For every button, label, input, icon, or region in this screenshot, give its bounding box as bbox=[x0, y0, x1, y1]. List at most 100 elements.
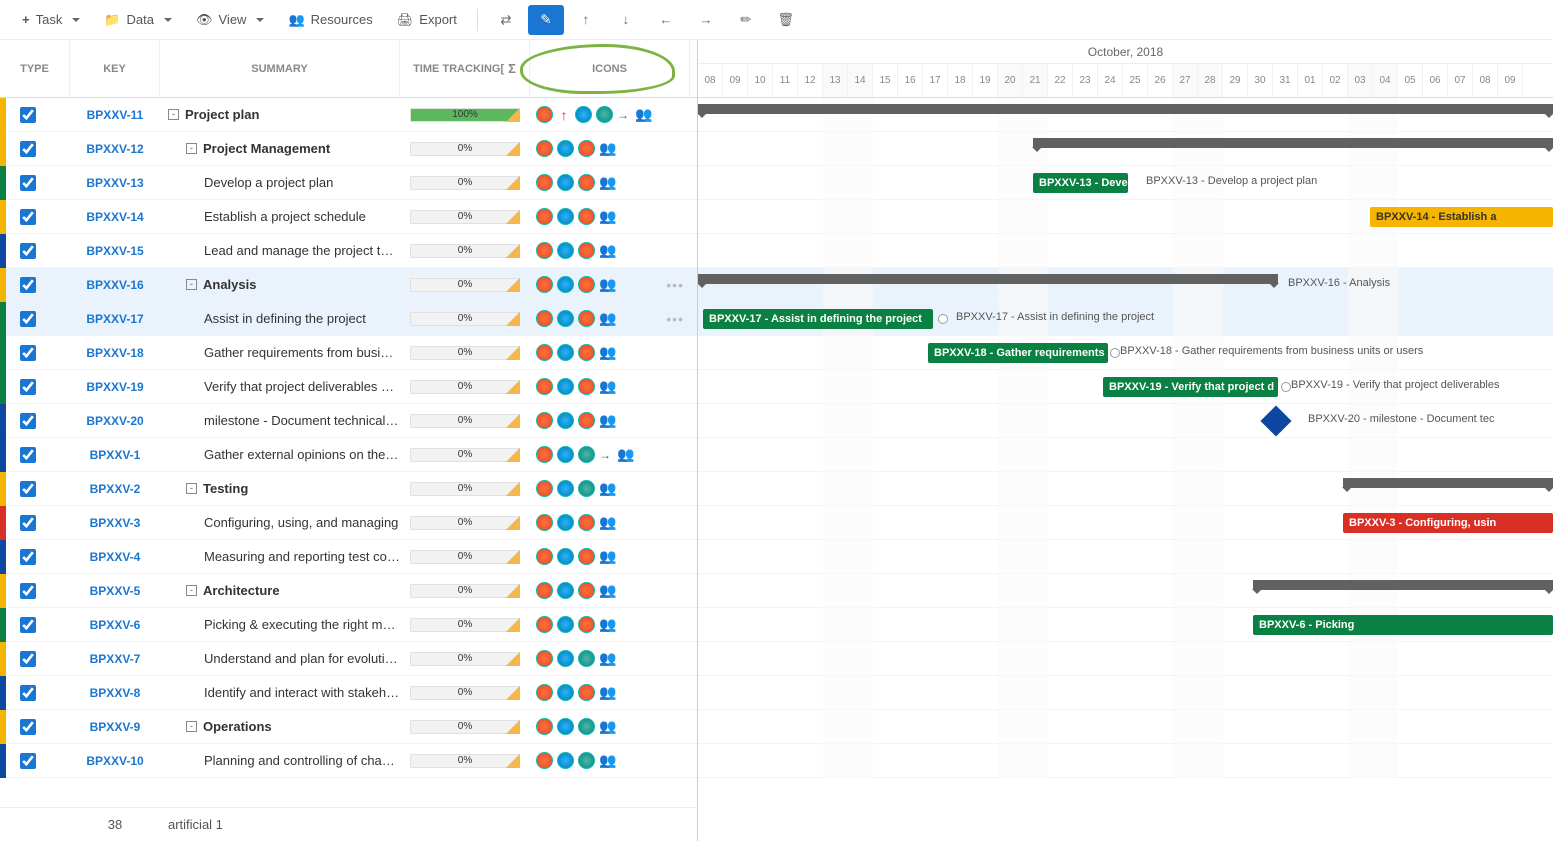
progress-bar[interactable]: 0% bbox=[410, 278, 520, 292]
link-handle[interactable] bbox=[1281, 382, 1291, 392]
cell-summary[interactable]: Verify that project deliverables meet bbox=[160, 379, 400, 394]
summary-bar[interactable] bbox=[698, 104, 1553, 114]
tree-toggle[interactable]: - bbox=[186, 585, 197, 596]
task-bar[interactable]: BPXXV-17 - Assist in defining the projec… bbox=[703, 309, 933, 329]
row-checkbox[interactable] bbox=[20, 515, 36, 531]
task-bar[interactable]: BPXXV-19 - Verify that project d bbox=[1103, 377, 1278, 397]
task-row[interactable]: BPXXV-3 Configuring, using, and managing… bbox=[0, 506, 697, 540]
data-menu[interactable]: 📁 Data bbox=[94, 6, 182, 34]
cell-summary[interactable]: Establish a project schedule bbox=[160, 209, 400, 224]
task-row[interactable]: BPXXV-6 Picking & executing the right mo… bbox=[0, 608, 697, 642]
move-down-icon[interactable]: ↓ bbox=[608, 5, 644, 35]
col-type[interactable]: TYPE bbox=[0, 40, 70, 97]
task-row[interactable]: BPXXV-19 Verify that project deliverable… bbox=[0, 370, 697, 404]
cell-summary[interactable]: Configuring, using, and managing bbox=[160, 515, 400, 530]
progress-bar[interactable]: 0% bbox=[410, 380, 520, 394]
cell-summary[interactable]: Planning and controlling of change bbox=[160, 753, 400, 768]
cell-key[interactable]: BPXXV-18 bbox=[70, 346, 160, 360]
col-tracking[interactable]: TIME TRACKING[Σ bbox=[400, 40, 530, 97]
cell-summary[interactable]: -Architecture bbox=[160, 583, 400, 598]
cell-key[interactable]: BPXXV-15 bbox=[70, 244, 160, 258]
cell-key[interactable]: BPXXV-16 bbox=[70, 278, 160, 292]
summary-bar[interactable] bbox=[1033, 138, 1553, 148]
task-row[interactable]: BPXXV-12 -Project Management 0% 👥 bbox=[0, 132, 697, 166]
progress-bar[interactable]: 0% bbox=[410, 210, 520, 224]
cell-key[interactable]: BPXXV-9 bbox=[70, 720, 160, 734]
gantt-body[interactable]: BPXXV-13 - DevelBPXXV-13 - Develop a pro… bbox=[698, 98, 1553, 778]
cell-summary[interactable]: -Project plan bbox=[160, 107, 400, 122]
cell-key[interactable]: BPXXV-10 bbox=[70, 754, 160, 768]
cell-summary[interactable]: -Operations bbox=[160, 719, 400, 734]
cell-key[interactable]: BPXXV-12 bbox=[70, 142, 160, 156]
task-bar[interactable]: BPXXV-13 - Devel bbox=[1033, 173, 1128, 193]
task-row[interactable]: BPXXV-1 Gather external opinions on the … bbox=[0, 438, 697, 472]
tree-toggle[interactable]: - bbox=[168, 109, 179, 120]
task-row[interactable]: BPXXV-16 -Analysis 0% 👥••• bbox=[0, 268, 697, 302]
row-checkbox[interactable] bbox=[20, 413, 36, 429]
task-row[interactable]: BPXXV-2 -Testing 0% 👥 bbox=[0, 472, 697, 506]
cell-summary[interactable]: -Analysis bbox=[160, 277, 400, 292]
task-row[interactable]: BPXXV-7 Understand and plan for evolutio… bbox=[0, 642, 697, 676]
link-mode-icon[interactable]: ⇄ bbox=[488, 5, 524, 35]
row-checkbox[interactable] bbox=[20, 345, 36, 361]
progress-bar[interactable]: 0% bbox=[410, 516, 520, 530]
cell-summary[interactable]: Identify and interact with stakeholders bbox=[160, 685, 400, 700]
view-menu[interactable]: 👁 View bbox=[186, 6, 274, 34]
cell-key[interactable]: BPXXV-13 bbox=[70, 176, 160, 190]
summary-bar[interactable] bbox=[698, 274, 1278, 284]
cell-summary[interactable]: Lead and manage the project team bbox=[160, 243, 400, 258]
export-button[interactable]: 🖨 Export bbox=[387, 6, 467, 34]
move-up-icon[interactable]: ↑ bbox=[568, 5, 604, 35]
task-row[interactable]: BPXXV-13 Develop a project plan 0% 👥 bbox=[0, 166, 697, 200]
row-menu-icon[interactable]: ••• bbox=[666, 277, 684, 293]
task-row[interactable]: BPXXV-15 Lead and manage the project tea… bbox=[0, 234, 697, 268]
progress-bar[interactable]: 100% bbox=[410, 108, 520, 122]
progress-bar[interactable]: 0% bbox=[410, 618, 520, 632]
cell-summary[interactable]: Measuring and reporting test coverage bbox=[160, 549, 400, 564]
row-checkbox[interactable] bbox=[20, 107, 36, 123]
row-checkbox[interactable] bbox=[20, 583, 36, 599]
row-checkbox[interactable] bbox=[20, 447, 36, 463]
progress-bar[interactable]: 0% bbox=[410, 448, 520, 462]
row-checkbox[interactable] bbox=[20, 243, 36, 259]
cell-key[interactable]: BPXXV-1 bbox=[70, 448, 160, 462]
row-checkbox[interactable] bbox=[20, 141, 36, 157]
progress-bar[interactable]: 0% bbox=[410, 686, 520, 700]
task-bar[interactable]: BPXXV-6 - Picking bbox=[1253, 615, 1553, 635]
outdent-icon[interactable]: ← bbox=[648, 5, 684, 35]
progress-bar[interactable]: 0% bbox=[410, 244, 520, 258]
col-key[interactable]: KEY bbox=[70, 40, 160, 97]
progress-bar[interactable]: 0% bbox=[410, 652, 520, 666]
row-checkbox[interactable] bbox=[20, 481, 36, 497]
cell-key[interactable]: BPXXV-2 bbox=[70, 482, 160, 496]
task-row[interactable]: BPXXV-4 Measuring and reporting test cov… bbox=[0, 540, 697, 574]
cell-key[interactable]: BPXXV-11 bbox=[70, 108, 160, 122]
task-row[interactable]: BPXXV-17 Assist in defining the project … bbox=[0, 302, 697, 336]
link-handle[interactable] bbox=[938, 314, 948, 324]
task-row[interactable]: BPXXV-10 Planning and controlling of cha… bbox=[0, 744, 697, 778]
cell-key[interactable]: BPXXV-6 bbox=[70, 618, 160, 632]
progress-bar[interactable]: 0% bbox=[410, 720, 520, 734]
resources-button[interactable]: 👥 Resources bbox=[278, 6, 382, 34]
tree-toggle[interactable]: - bbox=[186, 143, 197, 154]
task-row[interactable]: BPXXV-20 milestone - Document technical … bbox=[0, 404, 697, 438]
cell-key[interactable]: BPXXV-4 bbox=[70, 550, 160, 564]
cell-key[interactable]: BPXXV-17 bbox=[70, 312, 160, 326]
indent-icon[interactable]: → bbox=[688, 5, 724, 35]
task-row[interactable]: BPXXV-11 -Project plan 100% ↑→👥 bbox=[0, 98, 697, 132]
col-summary[interactable]: SUMMARY bbox=[160, 40, 400, 97]
row-checkbox[interactable] bbox=[20, 209, 36, 225]
cell-key[interactable]: BPXXV-14 bbox=[70, 210, 160, 224]
tree-toggle[interactable]: - bbox=[186, 279, 197, 290]
task-bar[interactable]: BPXXV-14 - Establish a bbox=[1370, 207, 1553, 227]
cell-summary[interactable]: Develop a project plan bbox=[160, 175, 400, 190]
row-checkbox[interactable] bbox=[20, 685, 36, 701]
progress-bar[interactable]: 0% bbox=[410, 312, 520, 326]
summary-bar[interactable] bbox=[1343, 478, 1553, 488]
row-checkbox[interactable] bbox=[20, 311, 36, 327]
col-icons[interactable]: ICONS bbox=[530, 40, 690, 97]
row-checkbox[interactable] bbox=[20, 277, 36, 293]
task-row[interactable]: BPXXV-5 -Architecture 0% 👥 bbox=[0, 574, 697, 608]
progress-bar[interactable]: 0% bbox=[410, 346, 520, 360]
task-row[interactable]: BPXXV-18 Gather requirements from busine… bbox=[0, 336, 697, 370]
